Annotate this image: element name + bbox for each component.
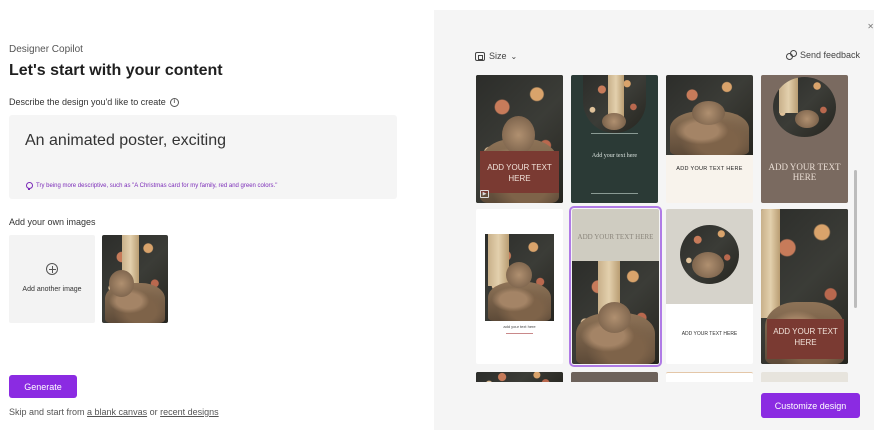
card-photo bbox=[485, 234, 554, 321]
prompt-value[interactable]: An animated poster, exciting bbox=[25, 132, 226, 150]
design-card[interactable] bbox=[476, 372, 563, 382]
card-text: Add your text here bbox=[591, 153, 638, 159]
design-card[interactable] bbox=[571, 372, 658, 382]
floral-background bbox=[476, 372, 563, 382]
add-image-label: Add another image bbox=[22, 286, 82, 293]
design-grid: ADD YOUR TEXT HERE ▶ Add your text here … bbox=[476, 75, 852, 382]
resize-icon bbox=[475, 51, 485, 61]
skip-middle: or bbox=[147, 407, 161, 417]
prompt-input[interactable]: An animated poster, exciting Try being m… bbox=[9, 115, 397, 199]
feedback-icon bbox=[785, 50, 797, 60]
card-text: ADD YOUR TEXT HERE bbox=[768, 162, 841, 182]
arch-photo bbox=[583, 75, 646, 133]
skip-prefix: Skip and start from bbox=[9, 407, 88, 417]
cat-head bbox=[108, 270, 134, 297]
card-text: add your text here bbox=[503, 324, 536, 329]
divider bbox=[591, 133, 638, 134]
design-card[interactable]: Add your text here bbox=[571, 75, 658, 203]
info-icon[interactable]: i bbox=[169, 97, 179, 107]
content-panel: Designer Copilot Let's start with your c… bbox=[0, 0, 434, 430]
add-image-button[interactable]: Add another image bbox=[9, 235, 95, 323]
circle-photo bbox=[773, 77, 836, 137]
designs-panel: ✕ Size ⌄ Send feedback ADD YOUR TEXT HER… bbox=[434, 10, 874, 430]
recent-designs-link[interactable]: recent designs bbox=[160, 407, 219, 417]
cat-head bbox=[795, 110, 819, 128]
cat-head bbox=[691, 251, 725, 279]
describe-label: Describe the design you'd like to create… bbox=[9, 97, 179, 107]
close-icon[interactable]: ✕ bbox=[867, 22, 874, 31]
describe-label-text: Describe the design you'd like to create bbox=[9, 97, 166, 107]
lightbulb-icon bbox=[26, 182, 33, 190]
skip-line: Skip and start from a blank canvas or re… bbox=[9, 407, 219, 417]
prompt-hint: Try being more descriptive, such as "A C… bbox=[26, 182, 277, 190]
uploaded-image-thumbnail[interactable] bbox=[102, 235, 168, 323]
card-text: ADD YOUR TEXT HERE bbox=[577, 233, 654, 241]
design-card[interactable]: ADD YOUR TEXT HERE bbox=[761, 209, 848, 364]
send-feedback-button[interactable]: Send feedback bbox=[785, 50, 860, 60]
size-dropdown[interactable]: Size ⌄ bbox=[475, 51, 517, 61]
cat-head bbox=[598, 302, 632, 334]
play-icon: ▶ bbox=[480, 190, 489, 198]
design-card[interactable] bbox=[666, 372, 753, 382]
design-card[interactable]: ADD YOUR TEXT HERE ▶ bbox=[476, 75, 563, 203]
blank-canvas-link[interactable]: a blank canvas bbox=[87, 407, 147, 417]
scratch-post bbox=[779, 77, 799, 113]
scratch-post bbox=[761, 209, 781, 318]
prompt-hint-text: Try being more descriptive, such as "A C… bbox=[36, 183, 278, 189]
card-text: ADD YOUR TEXT HERE bbox=[767, 319, 844, 359]
cat-head bbox=[692, 100, 726, 125]
design-card[interactable]: add your text here bbox=[476, 209, 563, 364]
design-card[interactable]: ADD YOUR TEXT HERE bbox=[666, 209, 753, 364]
card-photo bbox=[666, 75, 753, 155]
images-label: Add your own images bbox=[9, 217, 96, 227]
page-title: Let's start with your content bbox=[9, 62, 223, 79]
card-text: ADD YOUR TEXT HERE bbox=[480, 151, 559, 193]
card-text: ADD YOUR TEXT HERE bbox=[676, 166, 743, 172]
feedback-label: Send feedback bbox=[799, 50, 860, 60]
design-card[interactable]: ADD YOUR TEXT HERE bbox=[761, 75, 848, 203]
divider bbox=[591, 193, 638, 194]
customize-design-button[interactable]: Customize design bbox=[761, 393, 860, 418]
design-card[interactable]: ADD YOUR TEXT HERE bbox=[666, 75, 753, 203]
chevron-down-icon: ⌄ bbox=[510, 51, 518, 61]
size-label: Size bbox=[489, 51, 507, 61]
card-text: ADD YOUR TEXT HERE bbox=[681, 331, 738, 337]
add-circle-icon bbox=[46, 263, 58, 275]
card-photo bbox=[572, 261, 659, 364]
app-eyebrow: Designer Copilot bbox=[9, 44, 83, 55]
circle-photo bbox=[680, 225, 739, 284]
design-card-selected[interactable]: ADD YOUR TEXT HERE bbox=[569, 206, 662, 367]
accent-line bbox=[506, 333, 533, 334]
generate-button[interactable]: Generate bbox=[9, 375, 77, 398]
cat-head bbox=[505, 261, 532, 288]
scrollbar[interactable] bbox=[854, 170, 857, 308]
design-card[interactable] bbox=[761, 372, 848, 382]
cat-head bbox=[601, 112, 626, 131]
